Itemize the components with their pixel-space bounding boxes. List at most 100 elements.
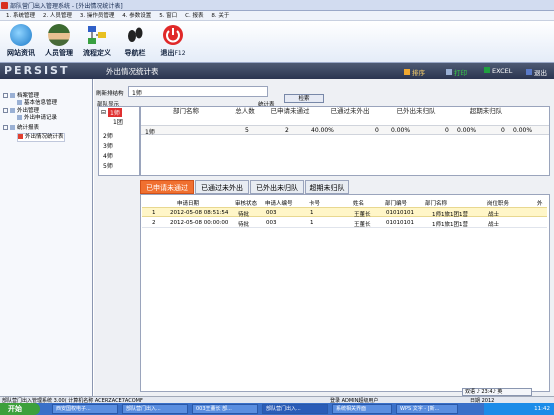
tree-node[interactable]: 1团	[113, 117, 123, 126]
stat-header: 超期未归队	[469, 107, 503, 115]
page-title: 外出情况统计表	[106, 67, 159, 76]
folder-icon	[10, 125, 15, 130]
navbar-button[interactable]: 导航栏	[118, 23, 152, 61]
stat-cell: 0.00%	[457, 127, 477, 134]
nav-item-outing-stats[interactable]: 外出情况统计表	[17, 133, 65, 142]
globe-icon	[10, 24, 32, 46]
menu-system[interactable]: 1. 系统管理	[6, 13, 35, 19]
stat-header: 总人数	[235, 107, 255, 115]
col-header: 申请人编号	[265, 201, 293, 207]
left-nav: 档案管理 基本信息管理 外出管理 外出申请记录 统计报表 外出情况统计表	[0, 79, 93, 396]
col-header: 申请日期	[177, 201, 200, 207]
taskbar: 开始 西安国权电子... 部队营门出入... 003王董长 部... 部队营门出…	[0, 403, 554, 415]
stat-cell: 0	[445, 127, 449, 134]
status-bar: 部队营门出入管理系统 3.00( 计算机名称 ACERZACE7ACOMF 登录…	[0, 396, 554, 404]
taskbar-item[interactable]: 西安国权电子...	[52, 404, 118, 414]
tree-node[interactable]: 1师	[108, 108, 122, 117]
col-header: 外	[537, 201, 543, 207]
menu-bar: 1. 系统管理 2. 人员管理 3. 操作员管理 4. 参数设置 5. 窗口 C…	[0, 11, 554, 21]
stat-cell: 2	[285, 127, 289, 134]
menu-about[interactable]: 8. 关于	[211, 13, 229, 19]
taskbar-item[interactable]: 部队营门出入...	[122, 404, 188, 414]
stat-row[interactable]	[141, 125, 549, 135]
taskbar-item[interactable]: 系统相关界面	[332, 404, 392, 414]
tab-applied-not-approved[interactable]: 已申请未通过	[140, 180, 194, 194]
brand-logo: PERSIST	[4, 64, 70, 77]
menu-params[interactable]: 4. 参数设置	[122, 13, 151, 19]
stat-cell: 0	[501, 127, 505, 134]
title-bar: 部队营门出入管理系统 - [外出情况统计表]	[0, 0, 554, 11]
dept-label: 刷新排结构	[96, 91, 124, 97]
header-exit-button[interactable]: 退出	[522, 64, 551, 77]
flow-define-button[interactable]: 流程定义	[80, 23, 114, 61]
flowchart-icon	[86, 24, 108, 46]
table-row[interactable]: 2 2012-05-08 00:00:00 待批 003 1 王董长 01010…	[142, 218, 547, 228]
stat-header: 已通过未外出	[330, 107, 370, 115]
folder-icon	[10, 108, 15, 113]
menu-report[interactable]: C. 报表	[185, 13, 203, 19]
tab-approved-not-out[interactable]: 已通过未外出	[195, 180, 249, 194]
expand-icon	[3, 125, 8, 130]
taskbar-item[interactable]: 003王董长 部...	[192, 404, 258, 414]
dept-field[interactable]: 1师	[128, 86, 268, 97]
taskbar-item[interactable]: WPS 文字 - [新...	[396, 404, 458, 414]
print-icon	[446, 69, 452, 75]
tab-out-not-returned[interactable]: 已外出未归队	[250, 180, 304, 194]
tree-expand-icon[interactable]: ⊟	[101, 109, 106, 116]
excel-button[interactable]: EXCEL	[480, 64, 516, 77]
nav-item-outing-records[interactable]: 外出申请记录	[17, 115, 57, 122]
soldier-icon	[48, 24, 70, 46]
report-icon	[18, 134, 23, 139]
col-header: 部门名称	[425, 201, 448, 207]
nav-group-outing[interactable]: 外出管理	[3, 108, 39, 115]
tree-node[interactable]: 4师	[103, 151, 113, 160]
power-icon	[162, 24, 184, 46]
table-row[interactable]: 1 2012-05-08 08:51:54 待批 003 1 王董长 01010…	[142, 207, 547, 218]
tree-node[interactable]: 2师	[103, 131, 113, 140]
exit-icon	[526, 69, 532, 75]
folder-icon	[10, 93, 15, 98]
doc-icon	[17, 100, 22, 105]
personnel-button[interactable]: 人员管理	[42, 23, 76, 61]
nav-item-basic-info[interactable]: 基本信息管理	[17, 100, 57, 107]
nav-group-reports[interactable]: 统计报表	[3, 125, 39, 132]
app-icon	[1, 2, 8, 9]
print-button[interactable]: 打印	[442, 64, 471, 77]
ime-bar[interactable]: 双语 ♪ 23:4♪ 英	[462, 388, 532, 396]
col-header: 姓名	[353, 201, 365, 207]
start-button[interactable]: 开始	[0, 403, 40, 415]
stat-cell: 0.00%	[391, 127, 411, 134]
stat-cell: 40.00%	[311, 127, 334, 134]
stat-cell: 0.00%	[513, 127, 533, 134]
menu-personnel[interactable]: 2. 人员管理	[43, 13, 72, 19]
col-header: 审核状态	[235, 201, 258, 207]
sort-icon	[404, 69, 410, 75]
page-header: PERSIST 外出情况统计表 排序 打印 EXCEL 退出	[0, 63, 554, 79]
tree-node[interactable]: 3师	[103, 141, 113, 150]
stat-grid: 部门名称 总人数 已申请未通过 已通过未外出 已外出未归队 超期未归队 1师 5…	[140, 106, 550, 176]
tab-overdue[interactable]: 超期未归队	[305, 180, 349, 194]
stat-header: 已外出未归队	[396, 107, 436, 115]
menu-operator[interactable]: 3. 操作员管理	[80, 13, 115, 19]
website-info-button[interactable]: 网站资讯	[4, 23, 38, 61]
excel-icon	[484, 67, 490, 73]
nav-group-archive[interactable]: 档案管理	[3, 93, 39, 100]
unit-tree: ⊟ 1师 1团 2师 3师 4师 5师	[98, 106, 140, 176]
col-header: 卡号	[309, 201, 321, 207]
col-header: 部门编号	[385, 201, 408, 207]
expand-icon	[3, 93, 8, 98]
stat-cell: 0	[375, 127, 379, 134]
exit-button[interactable]: 退出F12	[156, 23, 190, 61]
menu-window[interactable]: 5. 窗口	[159, 13, 177, 19]
query-button[interactable]: 检索	[284, 94, 324, 103]
tree-node[interactable]: 5师	[103, 161, 113, 170]
sort-button[interactable]: 排序	[400, 64, 429, 77]
toolbar: 网站资讯 人员管理 流程定义 导航栏 退出F12	[0, 21, 554, 63]
col-header: 岗位职务	[487, 201, 510, 207]
stat-header: 部门名称	[173, 107, 199, 115]
expand-icon	[3, 108, 8, 113]
tab-strip: 已申请未通过 已通过未外出 已外出未归队 超期未归队	[140, 180, 554, 194]
taskbar-item[interactable]: 部队营门出入...	[262, 404, 328, 414]
clock[interactable]: 11:42	[484, 403, 554, 415]
doc-icon	[17, 115, 22, 120]
